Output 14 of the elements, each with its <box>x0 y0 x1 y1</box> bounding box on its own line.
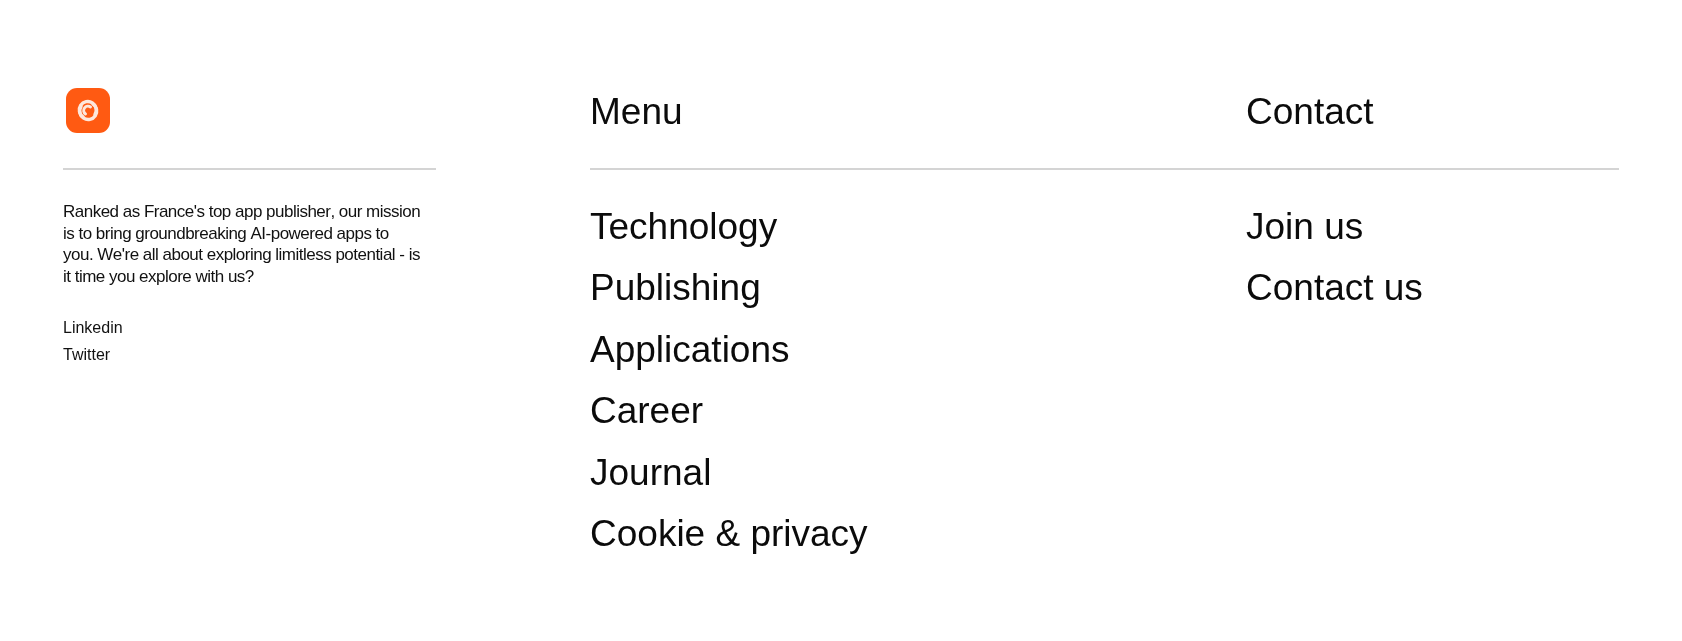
menu-link[interactable]: Career <box>590 389 704 434</box>
contact-heading: Contact <box>1246 90 1374 134</box>
mission-statement: Ranked as France's top app publisher, our mission is to bring groundbreaking AI-powered apps to you. We're all about exploring limitless potential - is it time you explore with us? <box>63 201 422 288</box>
contact-link[interactable]: Join us <box>1246 205 1364 250</box>
logo-icon[interactable] <box>66 88 110 133</box>
menu-link[interactable]: Publishing <box>590 266 761 311</box>
menu-link[interactable]: Journal <box>590 450 712 495</box>
menu-link[interactable]: Cookie & privacy <box>590 511 868 557</box>
social-link[interactable]: Linkedin <box>63 313 123 341</box>
contact-link[interactable]: Contact us <box>1246 266 1423 311</box>
menu-link[interactable]: Applications <box>590 327 790 373</box>
menu-heading: Menu <box>590 90 683 134</box>
social-link[interactable]: Twitter <box>63 340 111 368</box>
menu-link[interactable]: Technology <box>590 205 778 250</box>
